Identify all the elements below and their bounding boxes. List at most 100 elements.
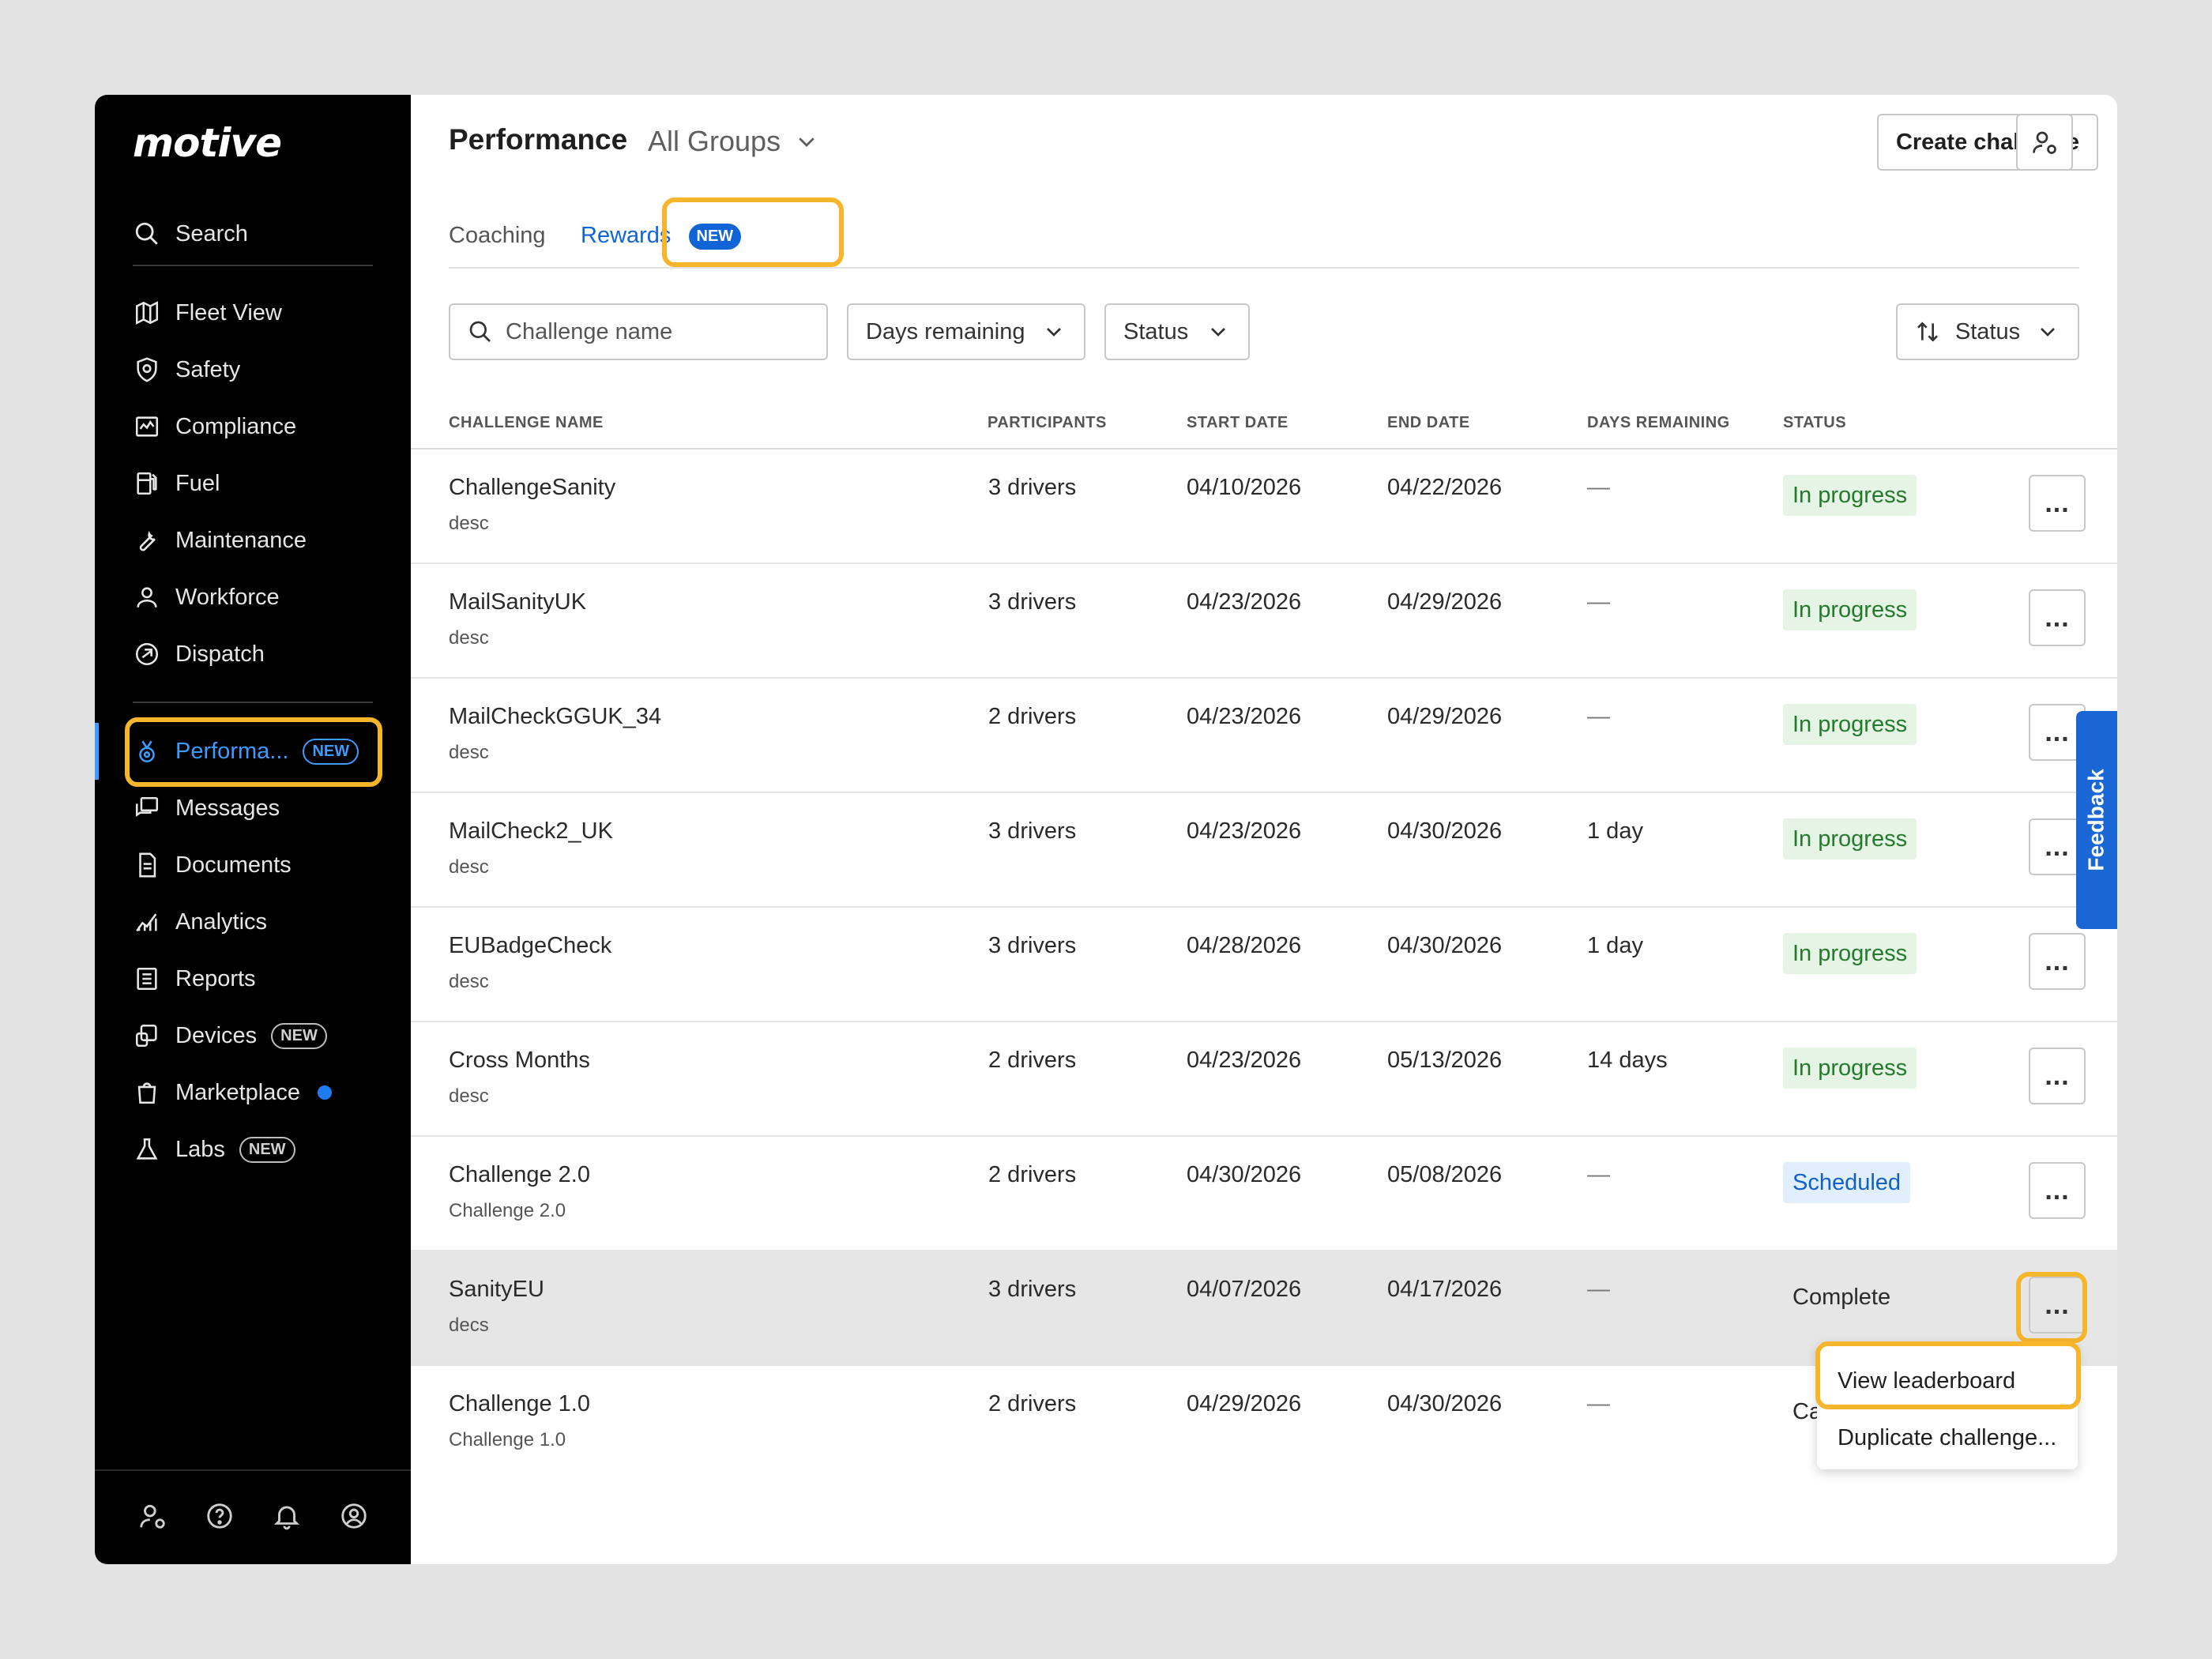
compliance-icon (133, 412, 161, 441)
sidebar-item-label: Analytics (175, 908, 268, 935)
column-header-status[interactable]: STATUS (1783, 414, 1846, 432)
more-actions-button[interactable]: ... (2029, 1277, 2086, 1334)
table-row[interactable]: Challenge 2.0 Challenge 2.0 2 drivers 04… (411, 1137, 2117, 1251)
participants: 2 drivers (988, 1162, 1077, 1187)
days-remaining: — (1587, 589, 1610, 615)
active-indicator (95, 723, 99, 780)
status-badge: In progress (1783, 1048, 1917, 1089)
start-date: 04/10/2026 (1187, 475, 1302, 500)
challenge-search-input[interactable]: Challenge name (449, 303, 828, 360)
sidebar-item-marketplace[interactable]: Marketplace (133, 1064, 393, 1121)
sidebar-item-compliance[interactable]: Compliance (133, 398, 393, 455)
participants: 3 drivers (988, 589, 1077, 615)
challenge-name[interactable]: EUBadgeCheck (449, 933, 611, 959)
shield-icon (133, 356, 161, 384)
menu-item-view-leaderboard[interactable]: View leaderboard (1838, 1368, 2015, 1394)
table-row[interactable]: MailSanityUK desc 3 drivers 04/23/2026 0… (411, 564, 2117, 679)
challenge-name[interactable]: MailSanityUK (449, 589, 586, 615)
more-actions-button[interactable]: ... (2029, 475, 2086, 532)
more-actions-button[interactable]: ... (2029, 1048, 2086, 1104)
end-date: 04/17/2026 (1387, 1277, 1503, 1302)
table-row[interactable]: Cross Months desc 2 drivers 04/23/2026 0… (411, 1022, 2117, 1137)
sidebar-item-label: Performa... (175, 738, 289, 764)
feedback-tab[interactable]: Feedback (2076, 711, 2117, 929)
user-settings-icon (2033, 131, 2056, 154)
tab-bar: Coaching Rewards NEW (449, 213, 2079, 269)
participants: 3 drivers (988, 818, 1077, 844)
end-date: 04/29/2026 (1387, 589, 1503, 615)
sidebar-item-documents[interactable]: Documents (133, 837, 393, 893)
table-row[interactable]: EUBadgeCheck desc 3 drivers 04/28/2026 0… (411, 908, 2117, 1022)
sidebar-item-dispatch[interactable]: Dispatch (133, 626, 393, 683)
sidebar-search[interactable]: Search (133, 205, 248, 262)
days-remaining: 14 days (1587, 1048, 1668, 1073)
end-date: 04/30/2026 (1387, 818, 1503, 844)
days-remaining: — (1587, 1162, 1610, 1187)
table-row[interactable]: ChallengeSanity desc 3 drivers 04/10/202… (411, 450, 2117, 564)
sidebar-item-label: Fleet View (175, 299, 282, 325)
challenge-name[interactable]: Cross Months (449, 1048, 590, 1074)
more-actions-button[interactable]: ... (2029, 933, 2086, 990)
sidebar-item-messages[interactable]: Messages (133, 780, 393, 837)
table-row[interactable]: MailCheck2_UK desc 3 drivers 04/23/2026 … (411, 793, 2117, 908)
column-header-end-date[interactable]: END DATE (1387, 414, 1470, 432)
chevron-down-icon (1211, 328, 1225, 337)
help-icon[interactable] (205, 1501, 235, 1535)
column-header-days-remaining[interactable]: DAYS REMAINING (1587, 414, 1730, 432)
challenge-description: decs (449, 1315, 489, 1336)
column-header-start-date[interactable]: START DATE (1187, 414, 1288, 432)
column-header-participants[interactable]: PARTICIPANTS (988, 414, 1107, 432)
user-settings-button[interactable] (2016, 114, 2073, 171)
sidebar-divider (133, 265, 373, 266)
tab-coaching[interactable]: Coaching (449, 223, 546, 249)
sidebar-item-fuel[interactable]: Fuel (133, 455, 393, 512)
motive-logo[interactable]: motive (133, 120, 282, 166)
sidebar-item-safety[interactable]: Safety (133, 341, 393, 398)
column-header-name[interactable]: CHALLENGE NAME (449, 414, 604, 432)
sidebar-item-performance[interactable]: Performa... NEW (133, 723, 393, 780)
tab-rewards[interactable]: Rewards NEW (581, 223, 742, 250)
challenge-name[interactable]: MailCheck2_UK (449, 818, 613, 845)
end-date: 04/30/2026 (1387, 933, 1503, 958)
sidebar-search-label: Search (175, 220, 248, 246)
table-row[interactable]: MailCheckGGUK_34 desc 2 drivers 04/23/20… (411, 679, 2117, 793)
days-remaining-filter[interactable]: Days remaining (847, 303, 1085, 360)
days-remaining: 1 day (1587, 933, 1643, 958)
status-filter[interactable]: Status (1104, 303, 1250, 360)
challenge-name[interactable]: Challenge 1.0 (449, 1391, 590, 1417)
sidebar-item-label: Workforce (175, 584, 280, 610)
sidebar-item-maintenance[interactable]: Maintenance (133, 512, 393, 569)
menu-item-duplicate-challenge[interactable]: Duplicate challenge... (1838, 1425, 2056, 1451)
more-actions-button[interactable]: ... (2029, 1162, 2086, 1219)
dispatch-icon (133, 640, 161, 668)
more-actions-button[interactable]: ... (2029, 589, 2086, 646)
map-icon (133, 299, 161, 327)
sidebar-item-label: Documents (175, 852, 292, 878)
sidebar-item-fleet-view[interactable]: Fleet View (133, 284, 393, 341)
sidebar-item-analytics[interactable]: Analytics (133, 893, 393, 950)
account-icon[interactable] (339, 1501, 369, 1535)
start-date: 04/07/2026 (1187, 1277, 1302, 1302)
challenge-description: desc (449, 856, 489, 878)
challenge-name[interactable]: SanityEU (449, 1277, 544, 1303)
sidebar: motive Search Fleet View Safety Complian… (95, 95, 411, 1564)
sort-select[interactable]: Status (1896, 303, 2079, 360)
challenge-name[interactable]: Challenge 2.0 (449, 1162, 590, 1188)
end-date: 04/22/2026 (1387, 475, 1503, 500)
bell-icon[interactable] (272, 1501, 302, 1535)
challenge-name[interactable]: ChallengeSanity (449, 475, 615, 501)
sidebar-item-reports[interactable]: Reports (133, 950, 393, 1007)
sidebar-item-labs[interactable]: Labs NEW (133, 1121, 393, 1178)
new-badge: NEW (271, 1022, 327, 1049)
medal-icon (133, 737, 161, 766)
user-settings-icon[interactable] (137, 1501, 167, 1535)
messages-icon (133, 794, 161, 822)
analytics-icon (133, 908, 161, 936)
sidebar-item-devices[interactable]: Devices NEW (133, 1007, 393, 1064)
app-window: motive Search Fleet View Safety Complian… (95, 95, 2117, 1564)
group-selector[interactable]: All Groups (648, 125, 818, 158)
sidebar-item-workforce[interactable]: Workforce (133, 569, 393, 626)
sidebar-item-label: Labs (175, 1136, 225, 1162)
challenge-name[interactable]: MailCheckGGUK_34 (449, 704, 661, 730)
challenge-description: desc (449, 1085, 489, 1107)
